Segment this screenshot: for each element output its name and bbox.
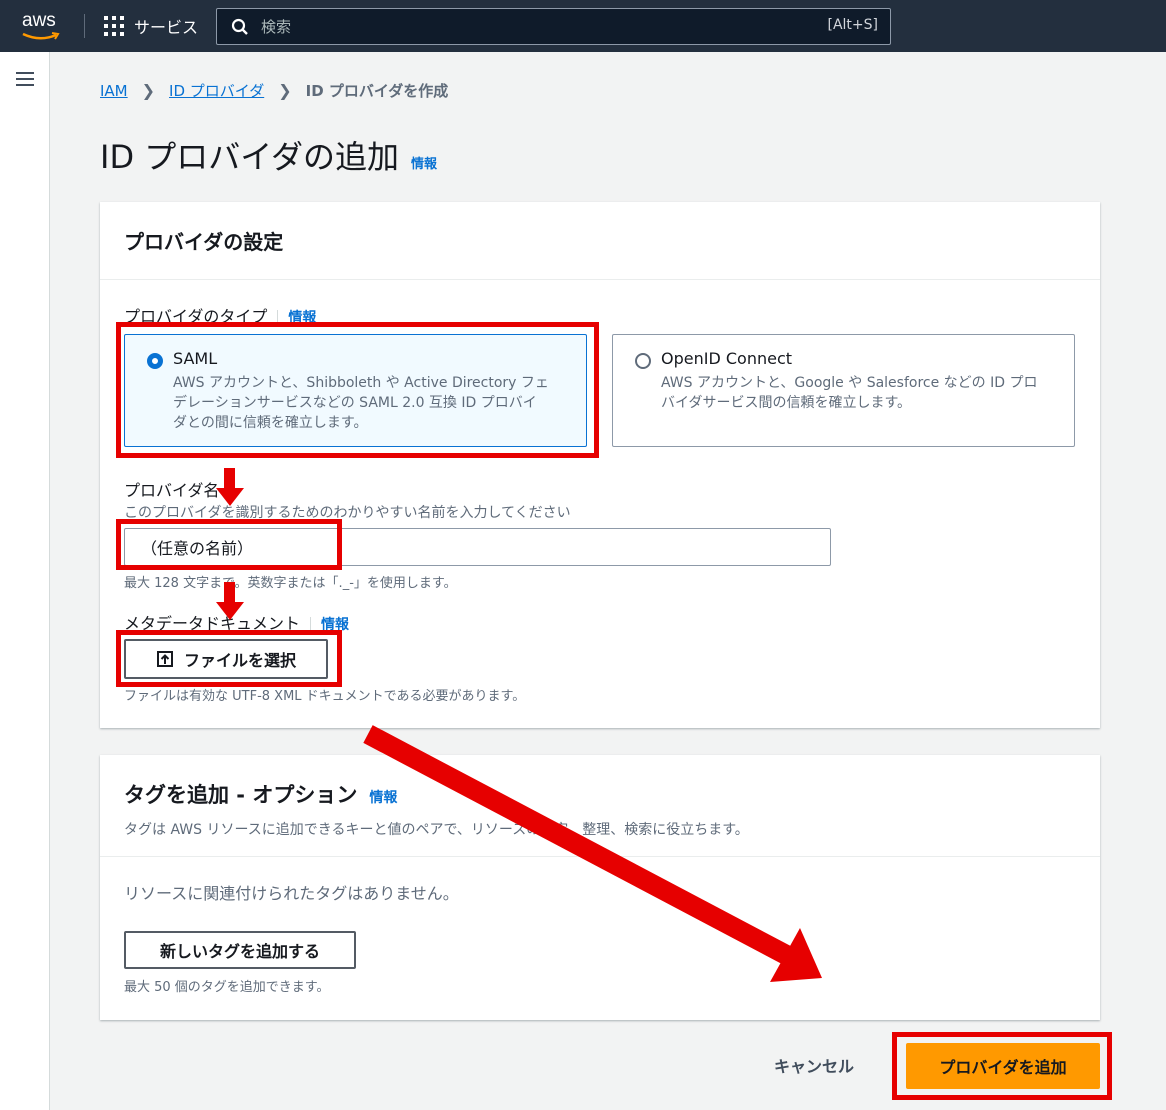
add-tag-label: 新しいタグを追加する bbox=[159, 942, 320, 961]
chevron-right-icon: ❯ bbox=[278, 81, 292, 100]
tags-hint: 最大 50 個のタグを追加できます。 bbox=[124, 980, 330, 995]
radio-card-openid[interactable]: OpenID Connect AWS アカウントと、Google や Sales… bbox=[612, 334, 1075, 447]
services-menu-button[interactable]: サービス bbox=[104, 14, 198, 38]
search-icon bbox=[231, 18, 248, 35]
breadcrumb: IAM ❯ ID プロバイダ ❯ ID プロバイダを作成 bbox=[100, 80, 448, 101]
panel-title: プロバイダの設定 bbox=[124, 230, 284, 254]
metadata-hint: ファイルは有効な UTF-8 XML ドキュメントである必要があります。 bbox=[124, 689, 526, 704]
breadcrumb-iam[interactable]: IAM bbox=[100, 82, 128, 100]
cancel-button[interactable]: キャンセル bbox=[774, 1053, 854, 1077]
annotation-box-submit bbox=[892, 1032, 1112, 1100]
tags-panel-title: タグを追加 - オプション bbox=[124, 783, 358, 807]
radio-button-openid[interactable] bbox=[635, 353, 651, 369]
aws-logo[interactable]: aws bbox=[18, 8, 68, 44]
openid-desc-line: AWS アカウントと、Google や Salesforce などの ID プロ bbox=[661, 375, 1038, 391]
menu-icon[interactable] bbox=[16, 72, 34, 86]
top-navigation: aws サービス [Alt+S] bbox=[0, 0, 1166, 52]
side-rail bbox=[0, 52, 50, 1110]
add-tag-button[interactable]: 新しいタグを追加する bbox=[124, 931, 356, 969]
openid-desc-line: バイダサービス間の信頼を確立します。 bbox=[661, 395, 912, 411]
tags-panel-header: タグを追加 - オプション 情報 タグは AWS リソースに追加できるキーと値の… bbox=[100, 755, 1100, 857]
search-bar[interactable]: [Alt+S] bbox=[216, 8, 891, 45]
panel-header: プロバイダの設定 bbox=[100, 202, 1100, 280]
aws-smile-icon bbox=[22, 32, 60, 40]
annotation-box-name bbox=[116, 519, 342, 570]
tags-info-link[interactable]: 情報 bbox=[369, 787, 397, 807]
page-info-link[interactable]: 情報 bbox=[411, 153, 437, 172]
annotation-box-saml bbox=[116, 322, 599, 458]
search-input[interactable] bbox=[261, 13, 781, 41]
provider-name-label: プロバイダ名 bbox=[124, 481, 220, 500]
tags-title-row: タグを追加 - オプション 情報 bbox=[124, 779, 1076, 809]
breadcrumb-current: ID プロバイダを作成 bbox=[305, 82, 449, 100]
tags-description: タグは AWS リソースに追加できるキーと値のペアで、リソースの特定、整理、検索… bbox=[124, 822, 749, 838]
page-title: ID プロバイダの追加 bbox=[100, 138, 399, 176]
annotation-box-file bbox=[116, 630, 342, 687]
aws-logo-text: aws bbox=[22, 10, 56, 31]
breadcrumb-id-providers[interactable]: ID プロバイダ bbox=[169, 80, 264, 101]
nav-divider bbox=[84, 14, 85, 38]
openid-description: AWS アカウントと、Google や Salesforce などの ID プロ… bbox=[661, 373, 1037, 413]
chevron-right-icon: ❯ bbox=[141, 81, 156, 100]
grid-icon bbox=[104, 16, 124, 36]
services-label: サービス bbox=[134, 18, 199, 37]
no-tags-text: リソースに関連付けられたタグはありません。 bbox=[124, 884, 459, 903]
page-title-row: ID プロバイダの追加 情報 bbox=[100, 132, 437, 178]
openid-title: OpenID Connect bbox=[661, 349, 793, 368]
search-shortcut: [Alt+S] bbox=[827, 17, 879, 33]
provider-name-hint: 最大 128 文字まで。英数字または「._-」を使用します。 bbox=[124, 576, 457, 591]
